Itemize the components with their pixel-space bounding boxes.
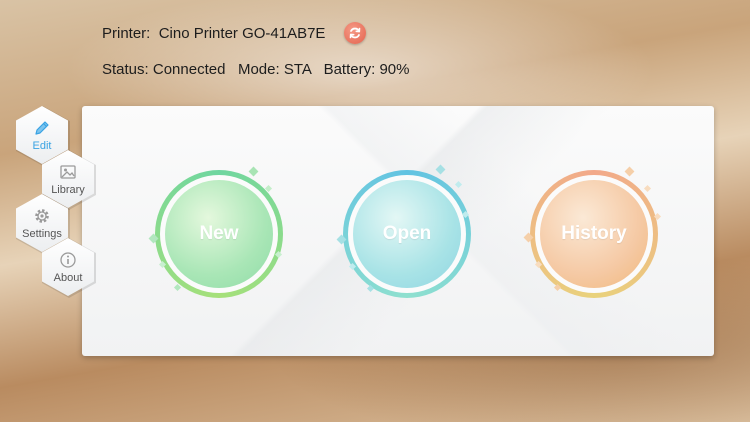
new-label: New [199,223,239,244]
mode-value: STA [283,61,312,78]
new-button[interactable]: New [155,170,283,298]
open-button[interactable]: Open [343,170,471,298]
sidebar-item-label: About [53,272,83,284]
history-button[interactable]: History [530,170,658,298]
printer-name: Cino Printer GO-41AB7E [158,25,326,42]
info-icon [60,252,76,268]
battery-label: Battery: [323,61,376,78]
image-icon [60,165,76,179]
status-bar: Status: Connected Mode: STA Battery: 90% [102,61,409,78]
battery-value: 90% [379,61,410,78]
refresh-icon [349,27,361,39]
gear-icon [35,209,49,223]
sidebar-item-label: Settings [22,228,62,240]
printer-info: Printer: Cino Printer GO-41AB7E [102,25,325,42]
status-value: Connected [152,61,226,78]
pencil-icon [35,121,49,135]
status-label: Status: [102,61,149,78]
refresh-button[interactable] [344,22,366,44]
open-label: Open [382,223,432,244]
mode-label: Mode: [237,61,280,78]
sidebar-item-label: Edit [32,140,52,152]
sidebar-item-label: Library [51,184,85,196]
printer-label: Printer: [102,25,151,42]
history-label: History [561,223,627,244]
